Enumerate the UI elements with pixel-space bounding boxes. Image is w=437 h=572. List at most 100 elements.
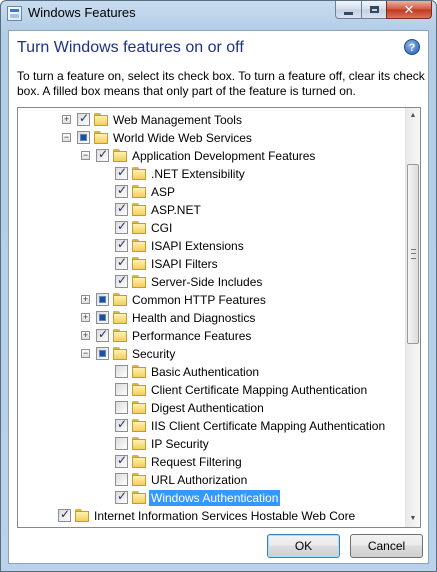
feature-label[interactable]: IIS Client Certificate Mapping Authentic…	[151, 419, 385, 433]
feature-label[interactable]: Security	[132, 347, 175, 361]
feature-checkbox[interactable]	[115, 183, 128, 198]
scroll-thumb[interactable]	[407, 164, 419, 344]
feature-checkbox[interactable]	[115, 437, 128, 450]
feature-checkbox[interactable]	[96, 327, 109, 342]
feature-tree-item[interactable]: ISAPI Extensions	[18, 237, 405, 255]
feature-checkbox[interactable]	[115, 401, 128, 414]
feature-tree-item[interactable]: + Web Management Tools	[18, 111, 405, 129]
feature-label[interactable]: IP Security	[151, 437, 209, 451]
instructions-text: To turn a feature on, select its check b…	[17, 69, 425, 98]
feature-checkbox[interactable]	[96, 293, 109, 306]
feature-label[interactable]: Basic Authentication	[151, 365, 259, 379]
feature-tree-item[interactable]: URL Authorization	[18, 471, 405, 489]
expand-icon[interactable]: +	[81, 295, 90, 304]
minimize-button[interactable]	[335, 1, 362, 19]
grip-icon	[411, 249, 416, 259]
feature-tree-item[interactable]: CGI	[18, 219, 405, 237]
close-icon: ✕	[403, 1, 415, 17]
feature-tree-item[interactable]: ISAPI Filters	[18, 255, 405, 273]
feature-checkbox[interactable]	[115, 165, 128, 180]
feature-checkbox[interactable]	[96, 347, 109, 360]
feature-label[interactable]: Server-Side Includes	[151, 275, 262, 289]
feature-checkbox[interactable]	[115, 201, 128, 216]
feature-label[interactable]: ISAPI Extensions	[151, 239, 244, 253]
feature-label[interactable]: Health and Diagnostics	[132, 311, 255, 325]
feature-tree-item[interactable]: Windows Authentication	[18, 489, 405, 507]
feature-label[interactable]: Client Certificate Mapping Authenticatio…	[151, 383, 367, 397]
feature-tree-item[interactable]: + Health and Diagnostics	[18, 309, 405, 327]
feature-tree-item[interactable]: ASP.NET	[18, 201, 405, 219]
feature-label[interactable]: Request Filtering	[151, 455, 242, 469]
folder-icon	[132, 473, 147, 486]
feature-checkbox[interactable]	[115, 219, 128, 234]
feature-checkbox[interactable]	[115, 237, 128, 252]
feature-checkbox[interactable]	[96, 147, 109, 162]
feature-checkbox[interactable]	[96, 311, 109, 324]
feature-label[interactable]: World Wide Web Services	[113, 131, 252, 145]
feature-label[interactable]: Digest Authentication	[151, 401, 264, 415]
folder-icon	[132, 275, 147, 288]
feature-label[interactable]: .NET Extensibility	[151, 167, 245, 181]
folder-icon	[132, 455, 147, 468]
feature-tree-item[interactable]: IIS Client Certificate Mapping Authentic…	[18, 417, 405, 435]
collapse-icon[interactable]: −	[81, 151, 90, 160]
feature-label[interactable]: Application Development Features	[132, 149, 315, 163]
feature-tree-item[interactable]: Client Certificate Mapping Authenticatio…	[18, 381, 405, 399]
folder-icon	[132, 491, 147, 504]
expand-icon[interactable]: +	[81, 331, 90, 340]
ok-button[interactable]: OK	[267, 534, 340, 558]
feature-tree-item[interactable]: Internet Information Services Hostable W…	[18, 507, 405, 525]
collapse-icon[interactable]: −	[62, 133, 71, 142]
feature-checkbox[interactable]	[77, 131, 90, 144]
feature-label[interactable]: Common HTTP Features	[132, 293, 266, 307]
scroll-up-icon[interactable]: ▲	[406, 108, 420, 124]
feature-label[interactable]: URL Authorization	[151, 473, 247, 487]
folder-icon	[113, 347, 128, 360]
feature-tree-item[interactable]: Basic Authentication	[18, 363, 405, 381]
feature-label[interactable]: Web Management Tools	[113, 113, 242, 127]
feature-label[interactable]: ISAPI Filters	[151, 257, 218, 271]
feature-tree-item[interactable]: Request Filtering	[18, 453, 405, 471]
title-bar[interactable]: Windows Features ✕	[1, 1, 436, 27]
feature-tree-item[interactable]: + Performance Features	[18, 327, 405, 345]
feature-tree-item[interactable]: Server-Side Includes	[18, 273, 405, 291]
feature-checkbox[interactable]	[115, 453, 128, 468]
feature-checkbox[interactable]	[115, 383, 128, 396]
scroll-down-icon[interactable]: ▼	[406, 511, 420, 527]
feature-tree-item[interactable]: ASP	[18, 183, 405, 201]
feature-checkbox[interactable]	[115, 417, 128, 432]
folder-icon	[132, 257, 147, 270]
expand-icon[interactable]: +	[81, 313, 90, 322]
feature-label[interactable]: Internet Information Services Hostable W…	[94, 509, 355, 523]
folder-icon	[94, 113, 109, 126]
feature-tree-item[interactable]: .NET Extensibility	[18, 165, 405, 183]
feature-tree-item[interactable]: − Application Development Features	[18, 147, 405, 165]
feature-checkbox[interactable]	[115, 473, 128, 486]
folder-icon	[75, 509, 90, 522]
feature-label[interactable]: ASP	[151, 185, 175, 199]
maximize-button[interactable]	[361, 1, 387, 19]
feature-label[interactable]: Windows Authentication	[149, 490, 281, 506]
feature-tree-item[interactable]: IP Security	[18, 435, 405, 453]
vertical-scrollbar[interactable]: ▲ ▼	[405, 108, 420, 527]
collapse-icon[interactable]: −	[81, 349, 90, 358]
close-button[interactable]: ✕	[386, 1, 432, 19]
cancel-button[interactable]: Cancel	[350, 534, 423, 558]
minimize-icon	[344, 11, 353, 15]
feature-tree-item[interactable]: − Security	[18, 345, 405, 363]
feature-tree-item[interactable]: + Common HTTP Features	[18, 291, 405, 309]
feature-checkbox[interactable]	[58, 507, 71, 522]
feature-tree-item[interactable]: Digest Authentication	[18, 399, 405, 417]
help-icon[interactable]: ?	[404, 39, 420, 55]
feature-checkbox[interactable]	[115, 365, 128, 378]
feature-label[interactable]: Performance Features	[132, 329, 251, 343]
expand-icon[interactable]: +	[62, 115, 71, 124]
feature-label[interactable]: CGI	[151, 221, 172, 235]
feature-checkbox[interactable]	[115, 489, 128, 504]
feature-checkbox[interactable]	[77, 111, 90, 126]
feature-label[interactable]: ASP.NET	[151, 203, 201, 217]
feature-checkbox[interactable]	[115, 255, 128, 270]
feature-checkbox[interactable]	[115, 273, 128, 288]
window-title: Windows Features	[28, 5, 136, 20]
feature-tree-item[interactable]: − World Wide Web Services	[18, 129, 405, 147]
